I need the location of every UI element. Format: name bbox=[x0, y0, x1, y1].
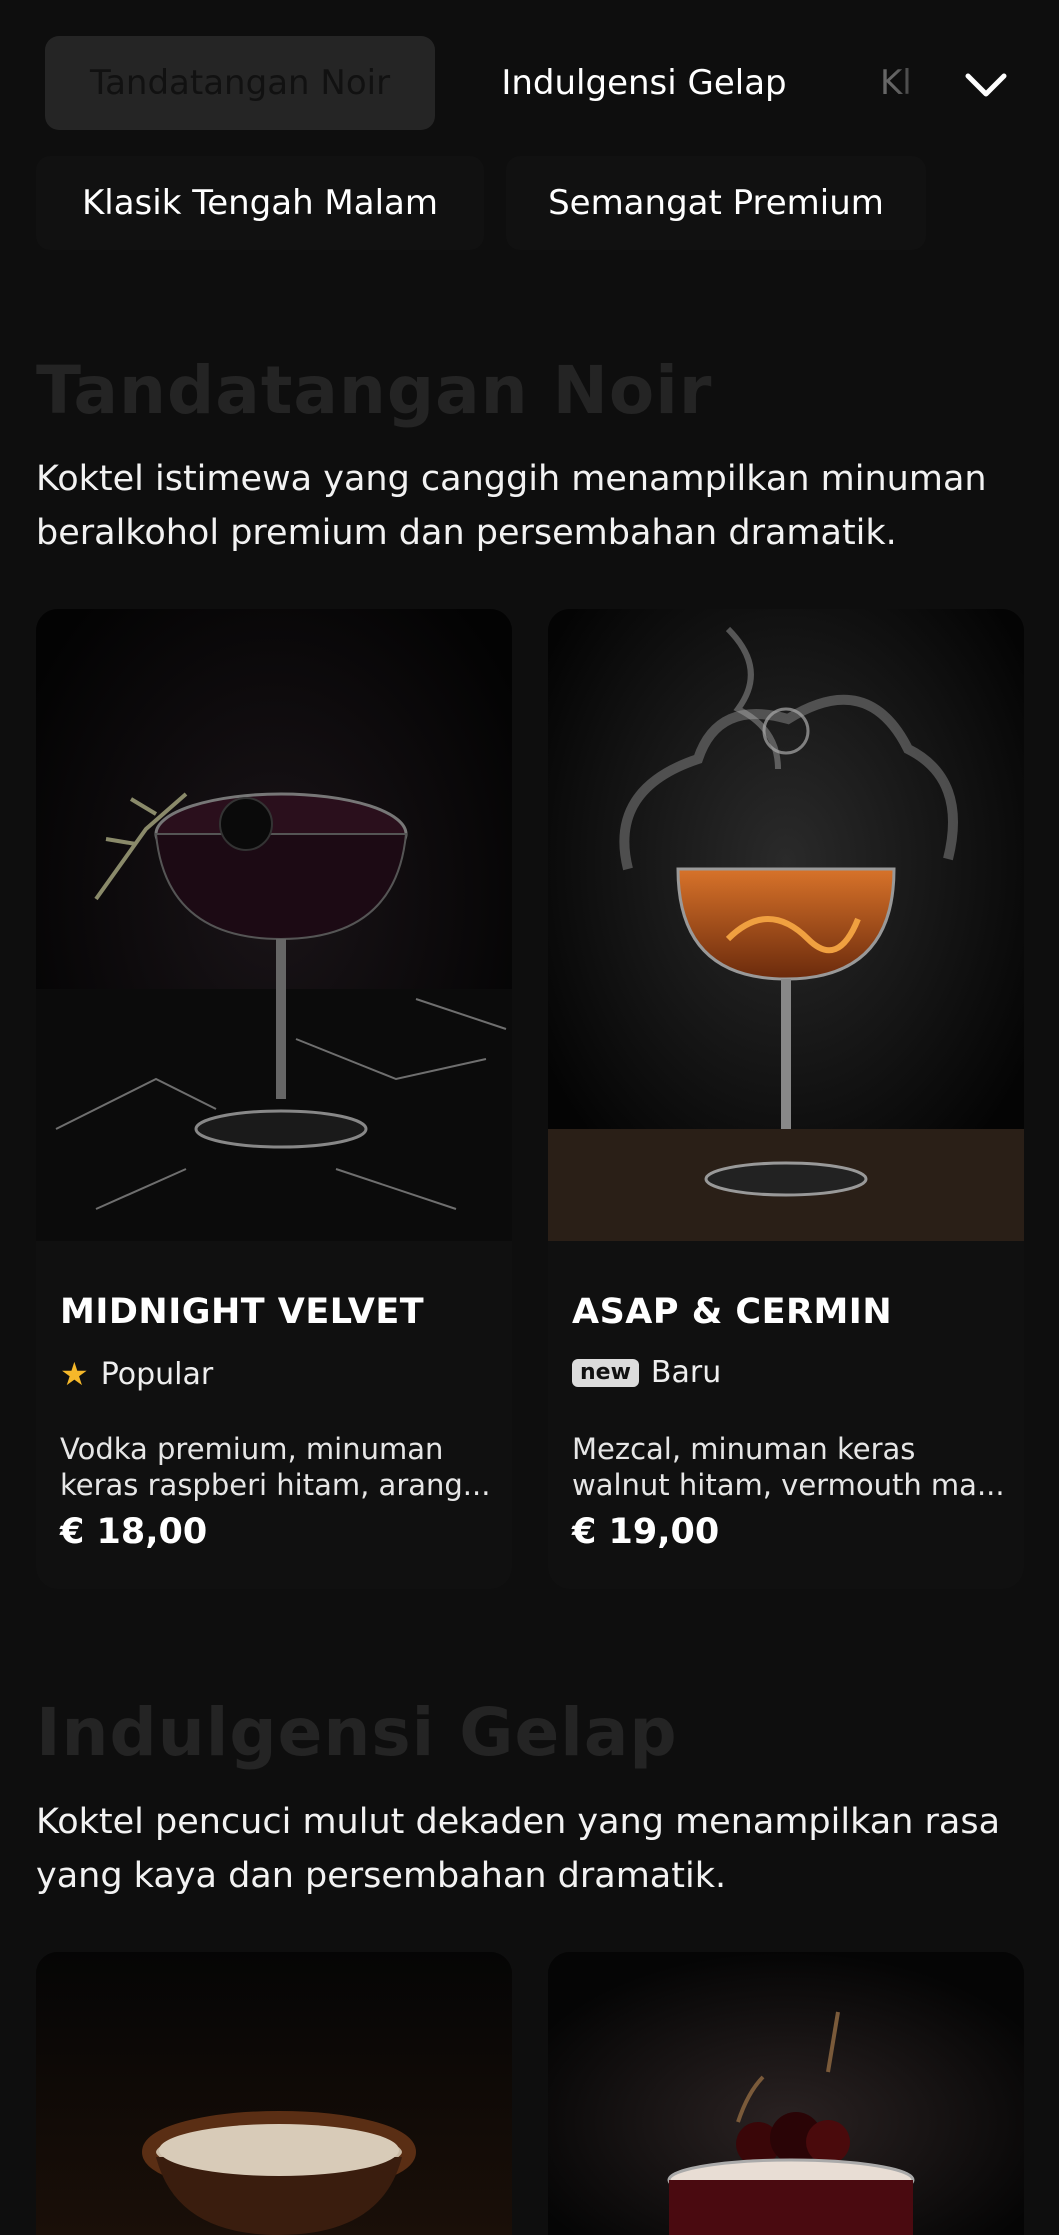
menu-card-asap-cermin[interactable]: ASAP & CERMIN new Baru Mezcal, minuman k… bbox=[548, 609, 1024, 1589]
section-description: Koktel pencuci mulut dekaden yang menamp… bbox=[36, 1802, 1001, 1896]
star-icon: ★ bbox=[60, 1355, 89, 1393]
item-tag-label: Popular bbox=[100, 1356, 214, 1392]
cocktail-photo-asap-cermin bbox=[548, 609, 1024, 1241]
cocktail-photo bbox=[548, 1952, 1024, 2235]
item-price: € 19,00 bbox=[572, 1512, 720, 1552]
chevron-down-icon[interactable] bbox=[960, 60, 1012, 112]
item-tag: ★ Popular bbox=[60, 1355, 213, 1393]
tab-klasik-truncated[interactable]: Kl bbox=[880, 36, 950, 130]
new-badge-icon: new bbox=[572, 1358, 639, 1387]
item-price: € 18,00 bbox=[60, 1512, 208, 1552]
tab-tandatangan-noir[interactable]: Tandatangan Noir bbox=[45, 36, 435, 130]
item-tag-label: Baru bbox=[650, 1355, 722, 1390]
menu-card-midnight-velvet[interactable]: MIDNIGHT VELVET ★ Popular Vodka premium,… bbox=[36, 609, 512, 1589]
section-title: Indulgensi Gelap bbox=[36, 1694, 678, 1771]
item-name: ASAP & CERMIN bbox=[572, 1292, 893, 1332]
menu-card[interactable] bbox=[548, 1952, 1024, 2235]
category-tab-bar: Tandatangan Noir Indulgensi Gelap Kl Kla… bbox=[0, 0, 1059, 250]
menu-card[interactable] bbox=[36, 1952, 512, 2235]
tab-indulgensi-gelap[interactable]: Indulgensi Gelap bbox=[468, 36, 820, 130]
item-tag: new Baru bbox=[572, 1355, 721, 1390]
section-description: Koktel istimewa yang canggih menampilkan… bbox=[36, 459, 987, 553]
tab-semangat-premium[interactable]: Semangat Premium bbox=[506, 156, 926, 250]
section-title: Tandatangan Noir bbox=[36, 352, 713, 429]
tab-klasik-tengah-malam[interactable]: Klasik Tengah Malam bbox=[36, 156, 484, 250]
cocktail-photo bbox=[36, 1952, 512, 2235]
item-description: Mezcal, minuman keras walnut hitam, verm… bbox=[572, 1432, 1005, 1502]
item-description: Vodka premium, minuman keras raspberi hi… bbox=[60, 1432, 491, 1502]
cocktail-photo-midnight-velvet bbox=[36, 609, 512, 1241]
item-name: MIDNIGHT VELVET bbox=[60, 1292, 425, 1332]
